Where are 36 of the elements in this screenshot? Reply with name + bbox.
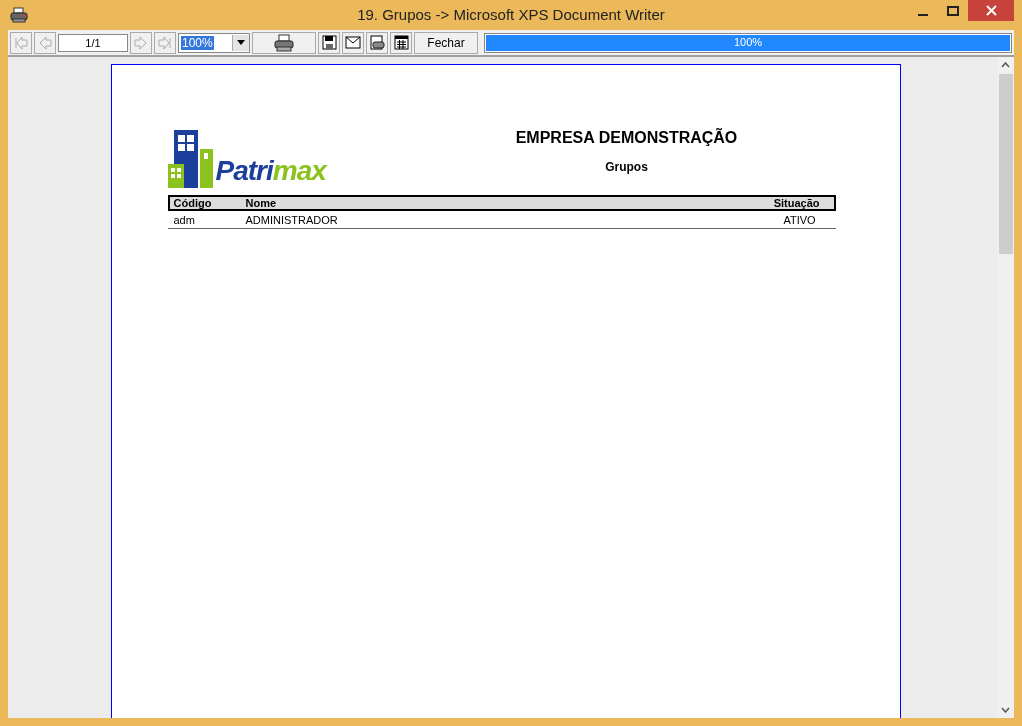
minimize-icon: [918, 13, 928, 16]
first-page-icon: [14, 35, 28, 50]
printer-icon: [10, 7, 28, 23]
company-name: EMPRESA DEMONSTRAÇÃO: [515, 129, 738, 147]
window-title: 19. Grupos -> Microsoft XPS Document Writer: [357, 6, 665, 23]
logo-text: Patrimax: [215, 155, 326, 187]
close-report-button[interactable]: Fechar: [414, 31, 478, 54]
left-arrow-icon: [38, 35, 52, 50]
close-icon: [985, 5, 997, 16]
column-header: Situação: [772, 197, 821, 209]
right-arrow-icon: [134, 35, 148, 50]
calendar-button[interactable]: [390, 31, 412, 54]
last-page-icon: [158, 35, 172, 50]
save-button[interactable]: [318, 31, 340, 54]
progress-reading: 100%: [732, 35, 764, 48]
calendar-icon: [393, 35, 409, 50]
printer-icon: [274, 33, 294, 52]
page-field[interactable]: 1/1: [58, 33, 128, 52]
column-header: Código: [173, 197, 213, 209]
export-button[interactable]: [366, 31, 388, 54]
caret-icon: [237, 40, 245, 45]
envelope-icon: [345, 36, 361, 49]
column-header: Nome: [245, 197, 278, 209]
scrollbar[interactable]: [997, 57, 1014, 718]
buildings-logo-icon: [167, 129, 214, 189]
maximize-icon: [947, 5, 959, 16]
zoom-dropdown[interactable]: 100%: [178, 32, 250, 53]
document-printer-icon: [369, 34, 385, 51]
table-cell-text: adm: [173, 214, 196, 226]
table-cell-text: ATIVO: [782, 214, 817, 226]
close-button[interactable]: [968, 0, 1014, 21]
scrollbar-thumb[interactable]: [998, 74, 1013, 254]
table-cell-text: ADMINISTRADOR: [245, 214, 339, 226]
email-button[interactable]: [342, 31, 364, 54]
report-title: Grupos: [605, 160, 648, 174]
print-button[interactable]: [252, 31, 316, 54]
